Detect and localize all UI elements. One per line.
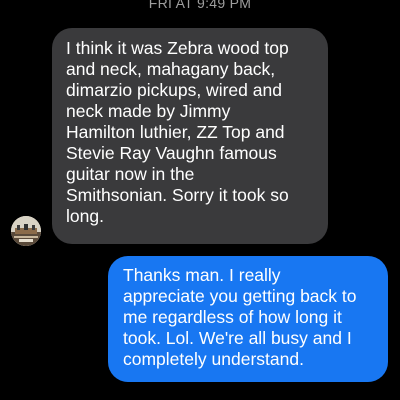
outgoing-message-bubble[interactable]: Thanks man. I really appreciate you gett… — [108, 256, 388, 382]
incoming-message-bubble[interactable]: I think it was Zebra wood top and neck, … — [52, 28, 328, 244]
chat-screen: FRI AT 9:49 PM I think it was Zebra wood… — [0, 0, 400, 400]
avatar-photo-icon — [11, 216, 41, 246]
contact-avatar[interactable] — [11, 216, 41, 246]
message-timestamp: FRI AT 9:49 PM — [148, 0, 252, 11]
